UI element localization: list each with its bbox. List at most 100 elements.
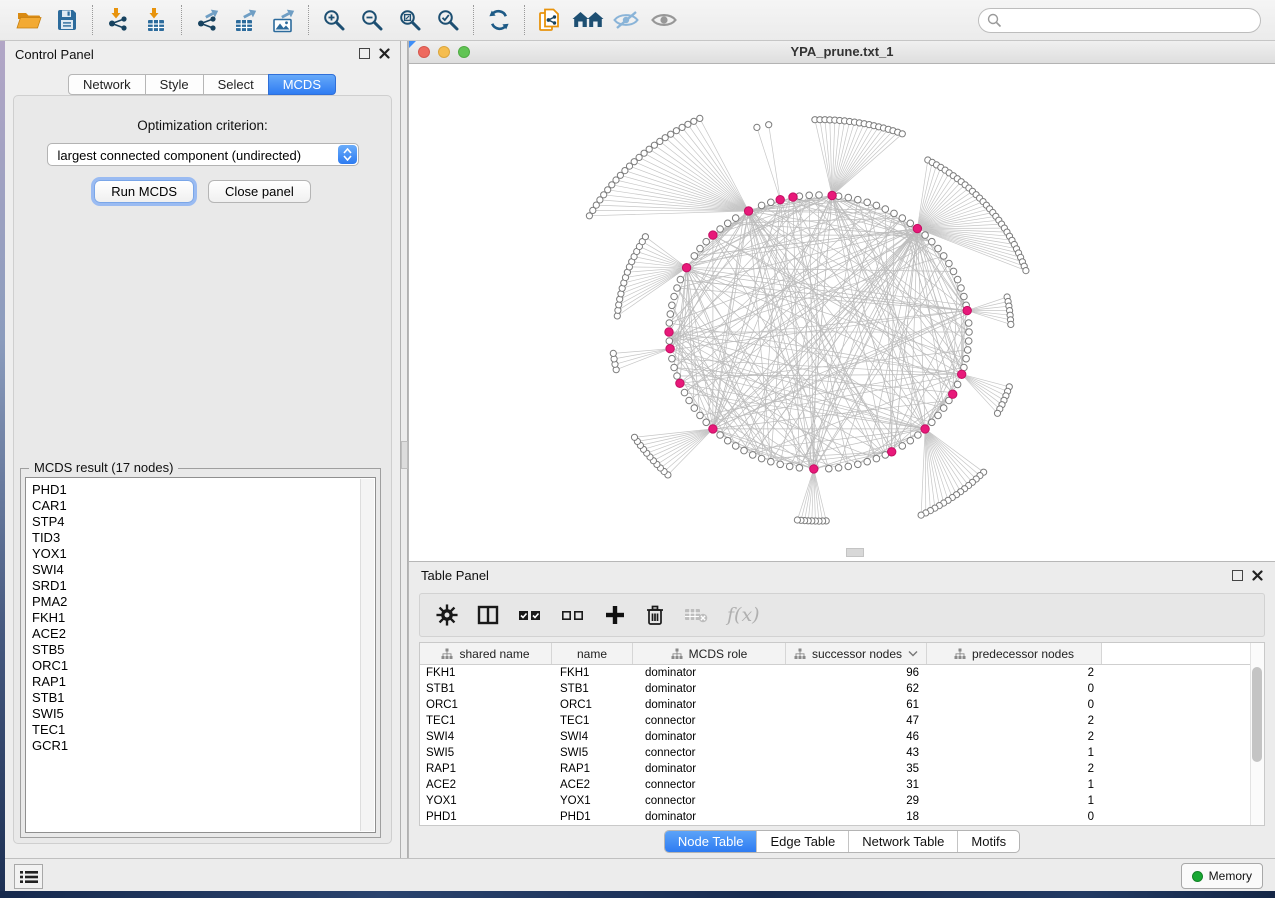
result-item[interactable]: YOX1 — [26, 546, 375, 562]
column-header-MCDS-role[interactable]: MCDS role — [633, 643, 786, 664]
deselect-all-icon[interactable] — [561, 604, 585, 626]
result-item[interactable]: SRD1 — [26, 578, 375, 594]
result-item[interactable]: PMA2 — [26, 594, 375, 610]
window-minimize-button[interactable] — [438, 46, 450, 58]
zoom-fit-icon[interactable] — [394, 4, 426, 36]
optimization-criterion-dropdown[interactable]: largest connected component (undirected) — [47, 143, 359, 166]
horizontal-splitter-grip[interactable] — [846, 548, 864, 557]
column-header-shared-name[interactable]: shared name — [420, 643, 552, 664]
close-panel-icon[interactable] — [1252, 570, 1263, 581]
table-scrollbar[interactable] — [1250, 643, 1264, 825]
first-neighbors-icon[interactable] — [572, 4, 604, 36]
table-row[interactable]: ACE2ACE2connector311 — [420, 777, 1264, 793]
mcds-result-group: MCDS result (17 nodes) PHD1CAR1STP4TID3Y… — [20, 468, 381, 838]
result-item[interactable]: STB1 — [26, 690, 375, 706]
window-close-button[interactable] — [418, 46, 430, 58]
tab-network[interactable]: Network — [68, 74, 146, 95]
desktop-wallpaper-bottom — [0, 891, 1275, 898]
result-item[interactable]: ORC1 — [26, 658, 375, 674]
result-item[interactable]: TID3 — [26, 530, 375, 546]
column-header-predecessor-nodes[interactable]: predecessor nodes — [927, 643, 1102, 664]
result-list-scrollbar[interactable] — [360, 479, 374, 831]
delete-column-icon[interactable] — [645, 604, 665, 626]
result-item[interactable]: RAP1 — [26, 674, 375, 690]
table-scrollbar-thumb[interactable] — [1252, 667, 1262, 762]
zoom-in-icon[interactable] — [318, 4, 350, 36]
tab-node-table[interactable]: Node Table — [665, 831, 757, 852]
columns-icon[interactable] — [477, 604, 499, 626]
select-all-icon[interactable] — [518, 604, 542, 626]
table-row[interactable]: ORC1ORC1dominator610 — [420, 697, 1264, 713]
show-all-icon[interactable] — [648, 4, 680, 36]
gear-icon[interactable] — [436, 604, 458, 626]
table-row[interactable]: TEC1TEC1connector472 — [420, 713, 1264, 729]
column-header-name[interactable]: name — [552, 643, 633, 664]
status-bar: Memory — [5, 858, 1275, 891]
result-item[interactable]: SWI4 — [26, 562, 375, 578]
close-panel-icon[interactable] — [379, 48, 390, 59]
result-item[interactable]: CAR1 — [26, 498, 375, 514]
task-history-button[interactable] — [14, 864, 43, 889]
table-row[interactable]: RAP1RAP1dominator352 — [420, 761, 1264, 777]
search-box[interactable] — [978, 8, 1261, 33]
export-table-icon[interactable] — [229, 4, 261, 36]
window-zoom-button[interactable] — [458, 46, 470, 58]
result-item[interactable]: STP4 — [26, 514, 375, 530]
node-table[interactable]: shared namenameMCDS rolesuccessor nodesp… — [419, 642, 1265, 826]
column-header-successor-nodes[interactable]: successor nodes — [786, 643, 927, 664]
mcds-result-list[interactable]: PHD1CAR1STP4TID3YOX1SWI4SRD1PMA2FKH1ACE2… — [25, 477, 376, 833]
export-image-icon[interactable] — [267, 4, 299, 36]
table-row[interactable]: PHD1PHD1dominator180 — [420, 809, 1264, 825]
result-item[interactable]: TEC1 — [26, 722, 375, 738]
vertical-splitter[interactable] — [400, 41, 408, 858]
hide-selected-icon[interactable] — [610, 4, 642, 36]
cell: RAP1 — [552, 761, 633, 777]
float-panel-icon[interactable] — [359, 48, 370, 59]
export-network-icon[interactable] — [191, 4, 223, 36]
tab-edge-table[interactable]: Edge Table — [756, 831, 848, 852]
cell: 96 — [786, 665, 927, 681]
memory-button[interactable]: Memory — [1181, 863, 1263, 889]
result-item[interactable]: PHD1 — [26, 482, 375, 498]
clone-network-icon[interactable] — [534, 4, 566, 36]
result-item[interactable]: STB5 — [26, 642, 375, 658]
result-item[interactable]: GCR1 — [26, 738, 375, 754]
cell: RAP1 — [420, 761, 552, 777]
cell: connector — [633, 745, 786, 761]
tab-motifs[interactable]: Motifs — [957, 831, 1019, 852]
table-row[interactable]: SWI5SWI5connector431 — [420, 745, 1264, 761]
close-panel-button[interactable]: Close panel — [208, 180, 311, 203]
tab-style[interactable]: Style — [145, 74, 204, 95]
table-row[interactable]: STB1STB1dominator620 — [420, 681, 1264, 697]
open-icon[interactable] — [13, 4, 45, 36]
network-titlebar[interactable]: YPA_prune.txt_1 — [409, 41, 1275, 64]
save-icon[interactable] — [51, 4, 83, 36]
table-row[interactable]: SWI4SWI4dominator462 — [420, 729, 1264, 745]
run-mcds-button[interactable]: Run MCDS — [94, 180, 194, 203]
result-item[interactable]: ACE2 — [26, 626, 375, 642]
tab-select[interactable]: Select — [203, 74, 269, 95]
import-network-icon[interactable] — [102, 4, 134, 36]
add-column-icon[interactable] — [604, 604, 626, 626]
result-item[interactable]: FKH1 — [26, 610, 375, 626]
search-input[interactable] — [1007, 13, 1260, 29]
network-canvas[interactable] — [409, 64, 1275, 561]
float-panel-icon[interactable] — [1232, 570, 1243, 581]
table-row[interactable]: FKH1FKH1dominator962 — [420, 665, 1264, 681]
cell: 2 — [927, 761, 1102, 777]
toolbar-separator — [473, 5, 474, 35]
result-item[interactable]: SWI5 — [26, 706, 375, 722]
zoom-out-icon[interactable] — [356, 4, 388, 36]
cell: SWI4 — [420, 729, 552, 745]
refresh-icon[interactable] — [483, 4, 515, 36]
sort-desc-icon — [908, 650, 918, 657]
splitter-grip[interactable] — [401, 441, 408, 469]
search-icon — [987, 13, 1002, 28]
tab-network-table[interactable]: Network Table — [848, 831, 957, 852]
zoom-selected-icon[interactable] — [432, 4, 464, 36]
cell: connector — [633, 777, 786, 793]
tab-mcds[interactable]: MCDS — [268, 74, 336, 95]
import-table-icon[interactable] — [140, 4, 172, 36]
cell: 62 — [786, 681, 927, 697]
table-row[interactable]: YOX1YOX1connector291 — [420, 793, 1264, 809]
